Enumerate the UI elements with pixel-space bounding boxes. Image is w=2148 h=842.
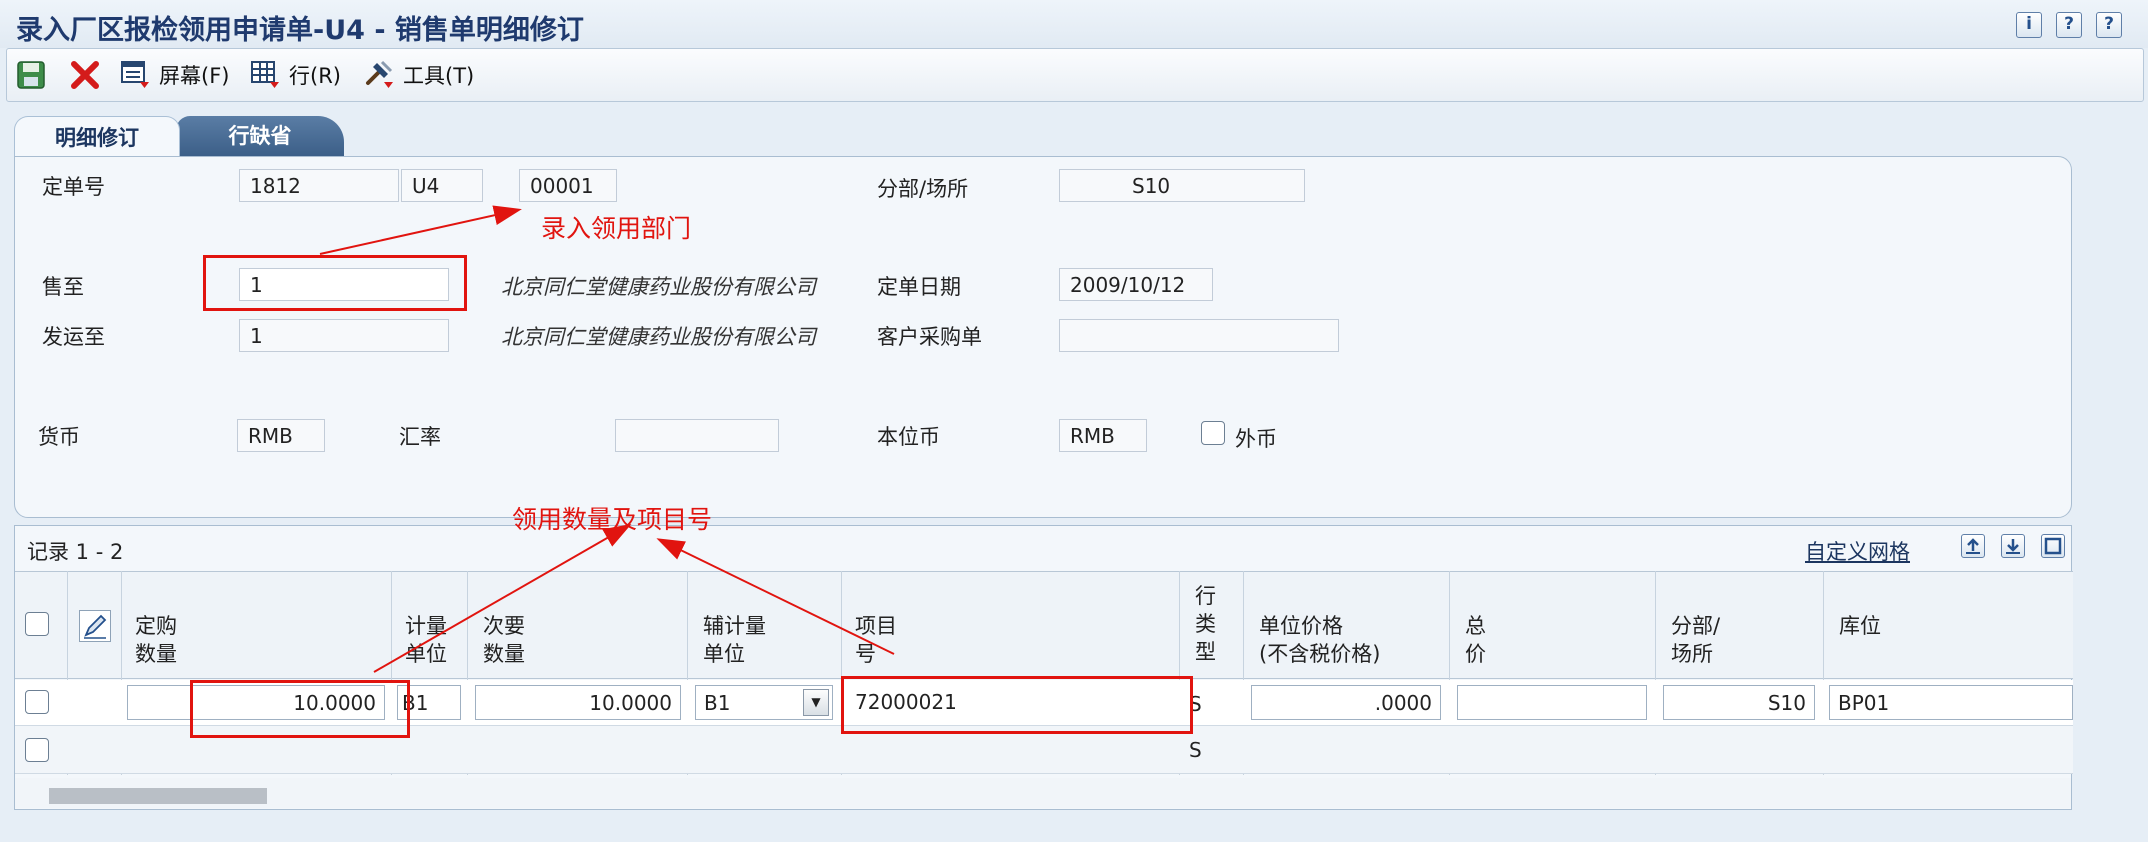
screen-icon: [119, 59, 151, 91]
detail-grid-panel: 记录 1 - 2 自定义网格 定购 数量 计量 单位 次要 数量 辅计量 单位 项目号 …: [14, 525, 2073, 810]
delete-icon[interactable]: [69, 59, 101, 91]
context-help-icon[interactable]: ?: [2096, 12, 2122, 38]
item-highlight-box: [841, 676, 1193, 734]
col-header-item-no[interactable]: 项目号: [855, 612, 897, 668]
col-header-unit-price[interactable]: 单位价格 (不含税价格): [1259, 612, 1380, 668]
screen-menu-button[interactable]: 屏幕(F): [119, 59, 229, 91]
tools-icon: [363, 59, 395, 91]
branch-label: 分部/场所: [877, 177, 969, 201]
currency-field[interactable]: RMB: [237, 419, 325, 452]
qty-highlight-box: [190, 680, 410, 738]
header-form-panel: 定单号 1812 U4 00001 分部/场所 S10 售至 1 北京同仁堂健康…: [14, 156, 2072, 518]
secondary-uom-value: B1: [704, 691, 731, 715]
select-all-checkbox[interactable]: [25, 612, 49, 636]
customize-grid-link[interactable]: 自定义网格: [1805, 536, 1910, 566]
order-date-field[interactable]: 2009/10/12: [1059, 268, 1213, 301]
chevron-down-icon[interactable]: ▼: [803, 689, 829, 716]
export-icon[interactable]: [1961, 534, 1985, 558]
horizontal-scrollbar[interactable]: [15, 778, 2071, 808]
row-checkbox[interactable]: [25, 690, 49, 714]
window-title: 录入厂区报检领用申请单-U4 - 销售单明细修订: [16, 15, 584, 46]
base-currency-label: 本位币: [877, 425, 940, 449]
col-header-location[interactable]: 库位: [1839, 612, 1881, 640]
tab-detail-revision[interactable]: 明细修订: [14, 116, 180, 158]
ship-to-label: 发运至: [42, 325, 105, 349]
tools-menu-button[interactable]: 工具(T): [363, 59, 474, 91]
order-date-label: 定单日期: [877, 275, 961, 299]
info-icon[interactable]: i: [2016, 12, 2042, 38]
col-header-order-qty[interactable]: 定购 数量: [135, 612, 177, 668]
sold-to-name: 北京同仁堂健康药业股份有限公司: [501, 275, 816, 299]
save-icon[interactable]: [15, 59, 47, 91]
import-icon[interactable]: [2001, 534, 2025, 558]
secondary-uom-select[interactable]: B1 ▼: [695, 685, 833, 720]
maximize-grid-icon[interactable]: [2041, 534, 2065, 558]
col-header-branch[interactable]: 分部/场所: [1671, 612, 1720, 668]
toolbar: 屏幕(F) 行(R) 工具(T): [6, 48, 2144, 102]
line-type-value: S: [1189, 738, 1202, 762]
scrollbar-thumb[interactable]: [49, 788, 267, 804]
row-menu-button[interactable]: 行(R): [249, 59, 341, 91]
order-company-field[interactable]: 00001: [519, 169, 617, 202]
row-checkbox[interactable]: [25, 738, 49, 762]
row-edit-icon[interactable]: [79, 610, 111, 642]
exchange-rate-label: 汇率: [399, 425, 441, 449]
order-no-label: 定单号: [42, 175, 105, 199]
exchange-rate-field[interactable]: [615, 419, 779, 452]
col-header-secondary-qty[interactable]: 次要 数量: [483, 612, 525, 668]
col-header-uom[interactable]: 计量 单位: [405, 612, 447, 668]
col-header-line-type[interactable]: 行类型: [1195, 582, 1216, 666]
help-icon[interactable]: ?: [2056, 12, 2082, 38]
unit-price-input[interactable]: .0000: [1251, 685, 1441, 720]
currency-label: 货币: [38, 425, 80, 449]
total-price-input[interactable]: [1457, 685, 1647, 720]
customer-po-label: 客户采购单: [877, 325, 982, 349]
foreign-currency-label: 外币: [1235, 427, 1277, 451]
row-menu-label: 行(R): [289, 64, 341, 88]
qty-item-annotation: 领用数量及项目号: [512, 505, 713, 534]
customer-po-field[interactable]: [1059, 319, 1339, 352]
col-header-total[interactable]: 总价: [1465, 612, 1486, 668]
dept-annotation: 录入领用部门: [541, 214, 692, 243]
order-number-field[interactable]: 1812: [239, 169, 399, 202]
secondary-qty-input[interactable]: 10.0000: [475, 685, 681, 720]
grid-header: 定购 数量 计量 单位 次要 数量 辅计量 单位 项目号 行类型 单位价格 (不含税价格)…: [15, 571, 2073, 679]
location-input[interactable]: BP01: [1829, 685, 2073, 720]
title-bar: 录入厂区报检领用申请单-U4 - 销售单明细修订 i ? ?: [0, 0, 2148, 48]
base-currency-field[interactable]: RMB: [1059, 419, 1147, 452]
record-count: 记录 1 - 2: [27, 540, 124, 564]
tools-menu-label: 工具(T): [403, 64, 475, 88]
ship-to-name: 北京同仁堂健康药业股份有限公司: [501, 325, 816, 349]
tab-line-defaults[interactable]: 行缺省: [176, 116, 344, 156]
branch-field[interactable]: S10: [1059, 169, 1305, 202]
order-type-field[interactable]: U4: [401, 169, 483, 202]
sold-to-label: 售至: [42, 275, 84, 299]
sold-to-highlight-box: [203, 255, 467, 311]
branch-input[interactable]: S10: [1663, 685, 1815, 720]
ship-to-field[interactable]: 1: [239, 319, 449, 352]
foreign-currency-checkbox[interactable]: [1201, 421, 1225, 445]
screen-menu-label: 屏幕(F): [159, 64, 230, 88]
row-grid-icon: [249, 59, 281, 91]
col-header-secondary-uom[interactable]: 辅计量 单位: [703, 612, 766, 668]
